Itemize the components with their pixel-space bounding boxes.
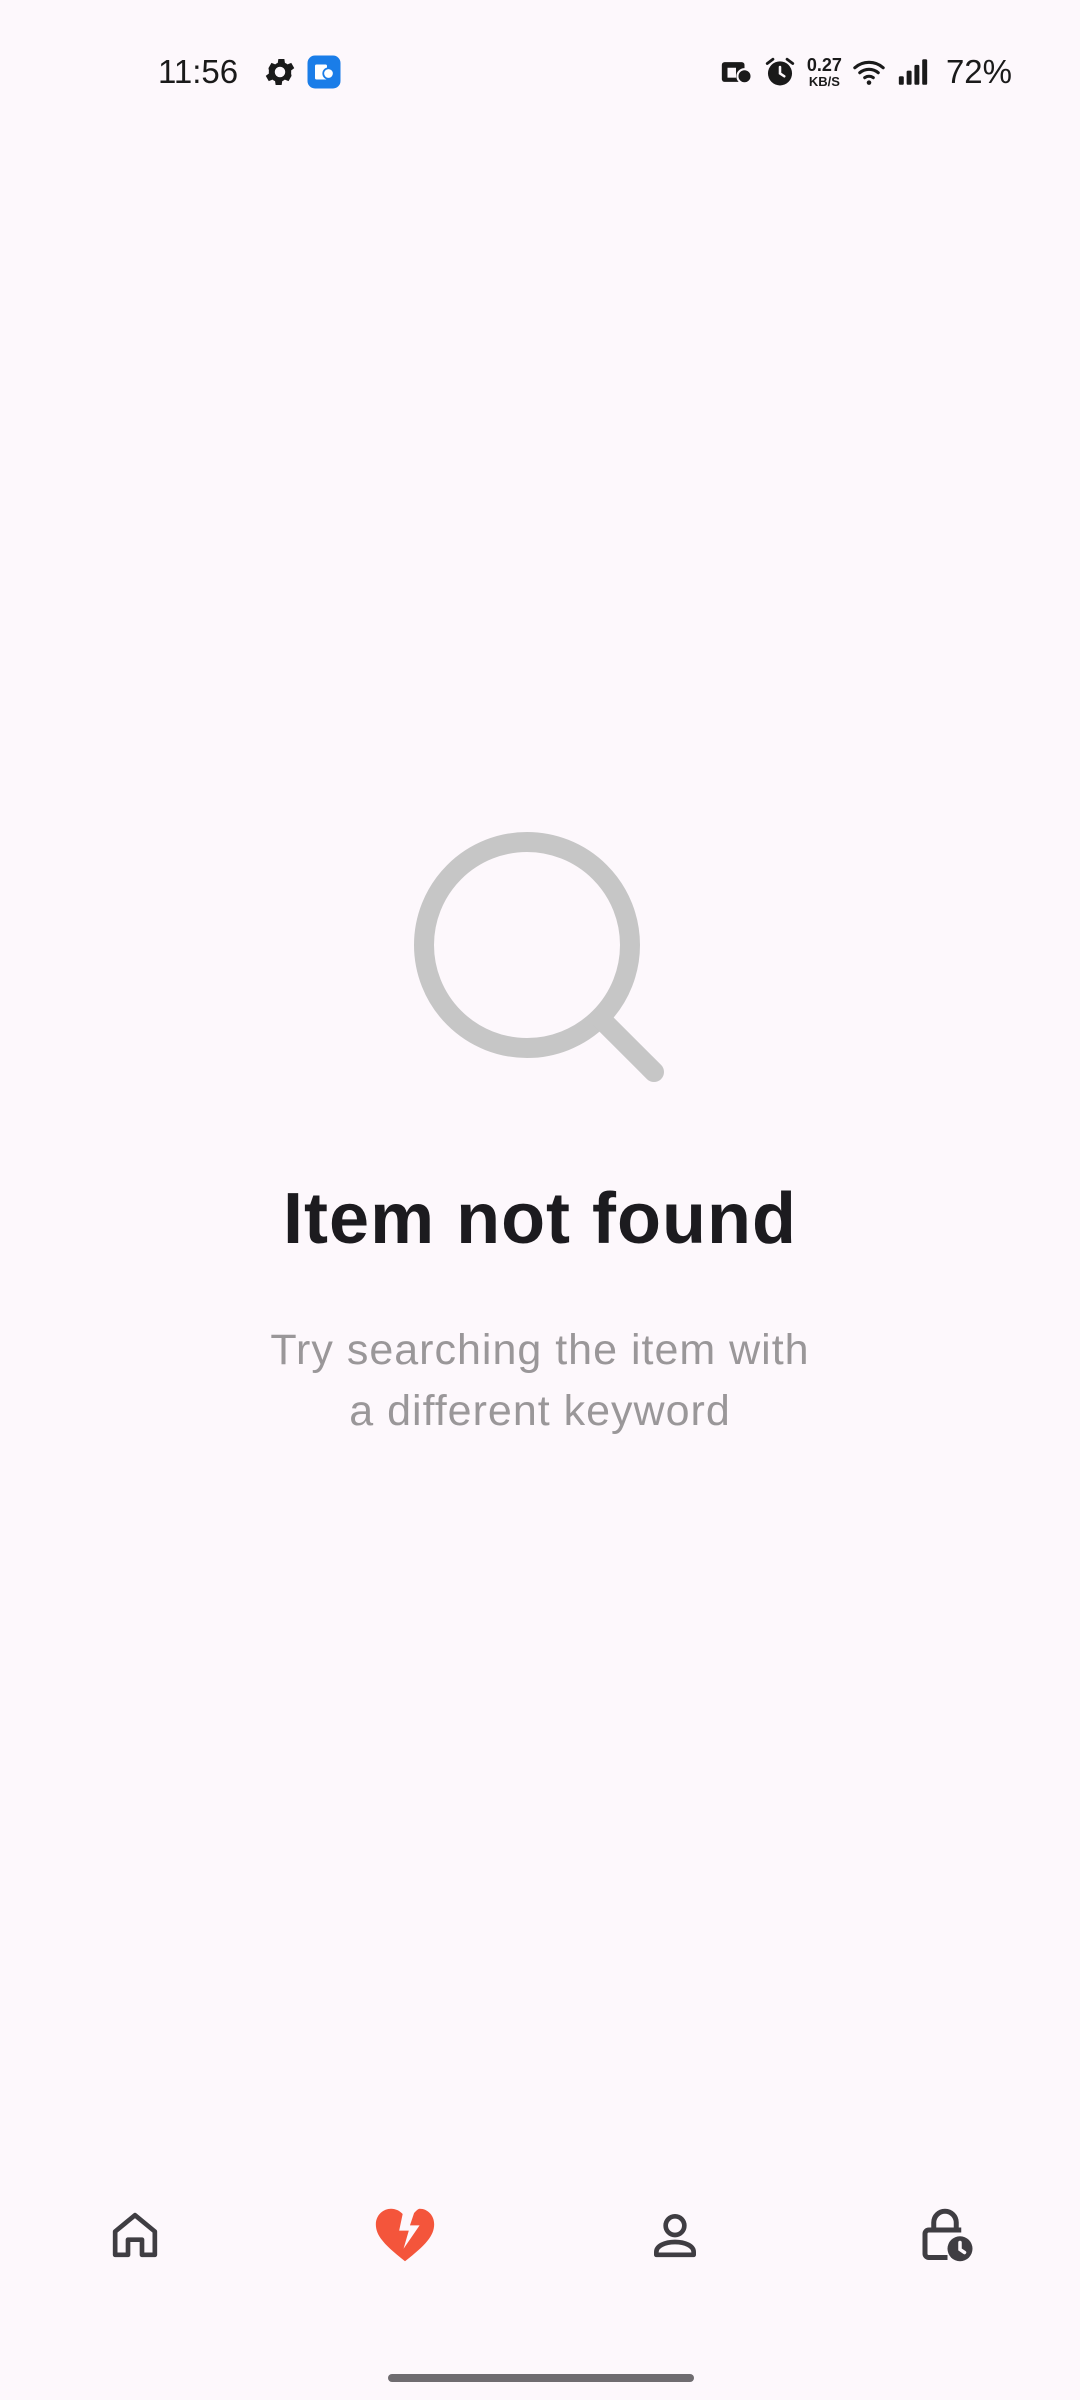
network-speed-unit: KB/S [808,74,840,89]
status-right-icons: 0.27 KB/S 72% [719,50,1012,94]
alarm-icon [765,57,795,86]
empty-state-subtitle: Try searching the item with a different … [240,1320,840,1442]
signal-icon [898,59,928,85]
nav-home[interactable] [80,2180,190,2290]
network-speed-value: 0.27 [806,55,842,75]
bottom-navigation [0,2180,1080,2290]
empty-state-subtitle-line2: a different keyword [349,1387,731,1435]
profile-icon [654,2214,696,2258]
app-notification-icon [306,54,342,90]
wifi-icon [853,60,885,85]
nav-favorites[interactable] [350,2180,460,2290]
nav-locked-history[interactable] [890,2180,1000,2290]
empty-state-title: Item not found [283,1179,797,1259]
broken-heart-icon [375,2208,435,2262]
nav-profile[interactable] [620,2180,730,2290]
battery-level: 72% [945,53,1012,90]
search-icon [402,820,682,1100]
gesture-navigation-bar[interactable] [388,2374,694,2382]
settings-gear-icon [262,54,298,90]
status-bar: 11:56 0.27 KB/S 72% [0,0,1080,140]
lock-clock-icon [922,2208,973,2262]
empty-state-subtitle-line1: Try searching the item with [270,1326,810,1374]
home-icon [112,2212,158,2258]
status-time: 11:56 [158,53,239,90]
network-speed: 0.27 KB/S [807,56,842,88]
nfc-icon [721,62,753,85]
